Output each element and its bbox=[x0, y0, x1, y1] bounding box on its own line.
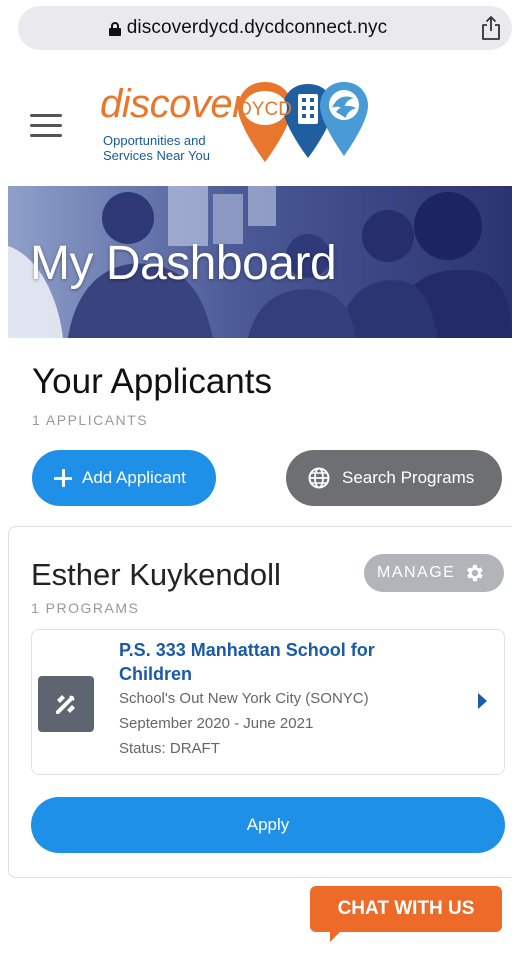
applicants-count: 1 APPLICANTS bbox=[32, 412, 149, 428]
plus-icon bbox=[54, 469, 72, 487]
program-provider: School's Out New York City (SONYC) bbox=[119, 690, 369, 707]
manage-button[interactable]: MANAGE bbox=[364, 554, 504, 592]
add-applicant-button[interactable]: Add Applicant bbox=[32, 450, 216, 506]
dashboard-hero-banner: My Dashboard bbox=[8, 186, 512, 338]
share-icon[interactable] bbox=[480, 15, 502, 41]
applicant-card: Esther Kuykendoll MANAGE 1 PROGRAMS P.S.… bbox=[8, 526, 512, 878]
svg-text:DYCD: DYCD bbox=[238, 99, 292, 120]
apply-label: Apply bbox=[246, 815, 290, 834]
pencil-ruler-icon bbox=[38, 676, 94, 732]
chevron-right-icon[interactable] bbox=[478, 693, 487, 709]
search-programs-label: Search Programs bbox=[342, 468, 475, 487]
add-applicant-label: Add Applicant bbox=[82, 468, 186, 487]
hamburger-menu-icon[interactable] bbox=[30, 114, 62, 138]
chat-bubble-tail bbox=[330, 930, 342, 942]
url-text: discoverdycd.dycdconnect.nyc bbox=[126, 17, 388, 38]
logo-tagline: Opportunities and Services Near You bbox=[103, 133, 210, 163]
program-title[interactable]: P.S. 333 Manhattan School for Children bbox=[119, 638, 449, 686]
url-display[interactable]: discoverdycd.dycdconnect.nyc bbox=[18, 6, 478, 50]
program-dates: September 2020 - June 2021 bbox=[119, 715, 314, 732]
lock-icon bbox=[108, 22, 121, 36]
site-header: discover Opportunities and Services Near… bbox=[0, 60, 512, 186]
gear-icon bbox=[467, 564, 484, 582]
chat-with-us-button[interactable]: CHAT WITH US bbox=[310, 886, 502, 932]
browser-address-bar[interactable]: discoverdycd.dycdconnect.nyc bbox=[18, 6, 512, 50]
chat-label: CHAT WITH US bbox=[337, 898, 475, 919]
manage-label: MANAGE bbox=[377, 564, 456, 581]
logo-wordmark: discover bbox=[100, 82, 245, 126]
apply-button[interactable]: Apply bbox=[31, 797, 505, 853]
globe-icon bbox=[308, 467, 330, 489]
applicant-name: Esther Kuykendoll bbox=[31, 557, 281, 592]
program-status: Status: DRAFT bbox=[119, 740, 220, 757]
search-programs-button[interactable]: Search Programs bbox=[286, 450, 502, 506]
program-list-item[interactable]: P.S. 333 Manhattan School for Children S… bbox=[31, 629, 505, 775]
applicants-heading: Your Applicants bbox=[32, 362, 272, 401]
logo-pins-icon: DYCD bbox=[238, 82, 368, 162]
page-title: My Dashboard bbox=[30, 237, 337, 290]
programs-count: 1 PROGRAMS bbox=[31, 600, 140, 616]
